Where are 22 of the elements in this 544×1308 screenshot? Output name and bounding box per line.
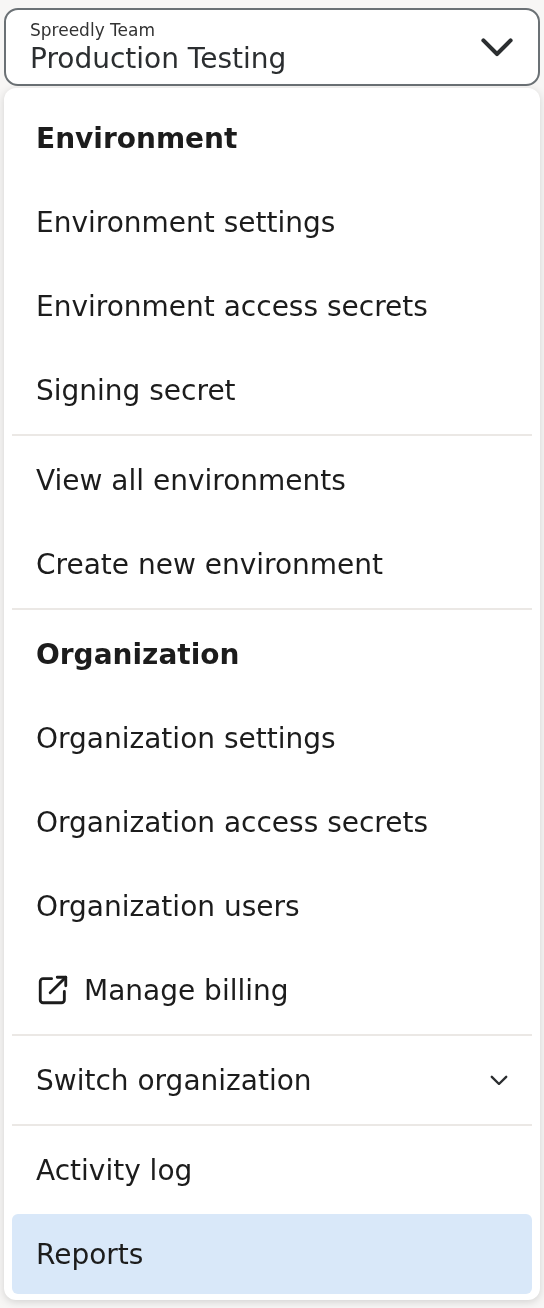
environment-selector[interactable]: Spreedly Team Production Testing xyxy=(4,8,540,86)
menu-item[interactable]: Organization access secrets xyxy=(12,780,532,864)
selector-label: Spreedly Team xyxy=(30,19,157,40)
menu-item[interactable]: Organization settings xyxy=(12,696,532,780)
external-link-icon xyxy=(36,973,70,1007)
section-heading: Organization xyxy=(35,636,241,673)
menu-item[interactable]: Reports xyxy=(12,1214,532,1294)
menu-item[interactable]: Manage billing xyxy=(12,948,532,1032)
menu-item[interactable]: Switch organization xyxy=(12,1038,532,1122)
chevron-icon xyxy=(480,36,514,58)
menu-item[interactable]: Activity log xyxy=(12,1128,532,1212)
menu-item-label: Manage billing xyxy=(84,973,289,1007)
menu-item-label: Switch organization xyxy=(36,1063,312,1097)
selector-value: Production Testing xyxy=(30,41,287,75)
menu-item[interactable]: Create new environment xyxy=(12,522,532,606)
menu-item[interactable]: Signing secret xyxy=(12,348,532,432)
menu-item[interactable]: Environment settings xyxy=(12,180,532,264)
menu-item[interactable]: Environment access secrets xyxy=(12,264,532,348)
section-heading: Environment xyxy=(35,120,239,157)
menu-item[interactable]: View all environments xyxy=(12,438,532,522)
chevron-icon xyxy=(490,1074,508,1086)
menu-item[interactable]: Organization users xyxy=(12,864,532,948)
